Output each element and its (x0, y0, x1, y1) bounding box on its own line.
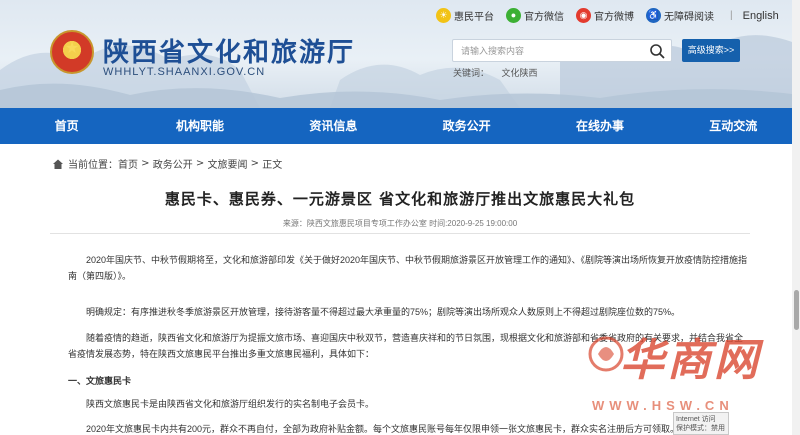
breadcrumb-item-current: 正文 (262, 160, 283, 171)
top-links: ☀ 惠民平台 ● 官方微信 ◉ 官方微博 ♿ 无障碍阅读 | English (436, 8, 779, 23)
search-input[interactable] (461, 43, 641, 59)
breadcrumb-separator: > (138, 158, 153, 169)
toplink-weibo[interactable]: ◉ 官方微博 (576, 8, 634, 23)
toplink-label: 官方微信 (524, 12, 564, 23)
toplink-wechat[interactable]: ● 官方微信 (506, 8, 564, 23)
toplink-accessibility[interactable]: ♿ 无障碍阅读 (646, 8, 714, 23)
scrollbar-thumb[interactable] (794, 290, 799, 330)
nav-item-online-services[interactable]: 在线办事 (533, 108, 666, 144)
tooltip-line: Internet 访问 (676, 416, 716, 423)
breadcrumb-item-news[interactable]: 文旅要闻 (208, 156, 248, 171)
tooltip-line: 保护模式：禁用 (676, 425, 725, 432)
status-tooltip: Internet 访问 保护模式：禁用 (673, 412, 729, 435)
sun-icon: ☀ (436, 8, 451, 23)
keywords-label: 关键词： (453, 68, 490, 78)
search-icon[interactable] (649, 43, 665, 59)
nav-item-interaction[interactable]: 互动交流 (667, 108, 800, 144)
home-icon (53, 159, 63, 169)
site-header: ★ 陕西省文化和旅游厅 WHHLYT.SHAANXI.GOV.CN ☀ 惠民平台… (0, 0, 800, 108)
main-nav: 首页 机构职能 资讯信息 政务公开 在线办事 互动交流 (0, 108, 800, 144)
toplink-label: 惠民平台 (454, 12, 494, 23)
emblem-star-icon: ★ (64, 38, 80, 57)
toplink-huimin[interactable]: ☀ 惠民平台 (436, 8, 494, 23)
site-title[interactable]: 陕西省文化和旅游厅 (103, 32, 355, 69)
divider (50, 233, 750, 234)
toplink-label: 官方微博 (594, 12, 634, 23)
section-heading: 一、文旅惠民卡 (68, 377, 132, 387)
keyword-link[interactable]: 文化陕西 (502, 68, 538, 78)
search-keywords: 关键词： 文化陕西 (453, 66, 548, 79)
nav-item-functions[interactable]: 机构职能 (133, 108, 266, 144)
article-paragraph: 2020年文旅惠民卡内共有200元，群众不再自付，全部为政府补贴金额。每个文旅惠… (86, 424, 680, 434)
article-title: 惠民卡、惠民券、一元游景区 省文化和旅游厅推出文旅惠民大礼包 (164, 190, 636, 208)
search-box (452, 39, 672, 62)
toplink-label: 无障碍阅读 (664, 12, 714, 23)
article-meta: 来源：陕西文旅惠民项目专项工作办公室 时间:2020-9-25 19:00:00 (282, 219, 518, 228)
breadcrumb-item-home[interactable]: 首页 (118, 156, 138, 171)
english-link[interactable]: English (743, 10, 779, 22)
weibo-icon: ◉ (576, 8, 591, 23)
accessibility-icon: ♿ (646, 8, 661, 23)
breadcrumb-separator: > (192, 158, 208, 169)
nav-item-home[interactable]: 首页 (0, 108, 133, 144)
wechat-icon: ● (506, 8, 521, 23)
breadcrumb-separator: > (247, 158, 263, 169)
watermark-text: 华商网 (620, 335, 761, 386)
article-paragraph: 2020年国庆节、中秋节假期将至，文化和旅游部印发《关于做好2020年国庆节、中… (68, 255, 748, 281)
nav-item-gov-affairs[interactable]: 政务公开 (400, 108, 533, 144)
divider: | (730, 10, 733, 21)
advanced-search-button[interactable]: 高级搜索>> (682, 39, 740, 62)
scrollbar-track[interactable] (792, 0, 800, 435)
breadcrumb: 当前位置： 首页 > 政务公开 > 文旅要闻 > 正文 (52, 156, 282, 171)
breadcrumb-item-gov-affairs[interactable]: 政务公开 (153, 156, 193, 171)
site-domain: WHHLYT.SHAANXI.GOV.CN (103, 66, 266, 78)
nav-item-news[interactable]: 资讯信息 (267, 108, 400, 144)
breadcrumb-label: 当前位置： (68, 160, 118, 171)
watermark-url: WWW.HSW.CN (592, 398, 734, 413)
